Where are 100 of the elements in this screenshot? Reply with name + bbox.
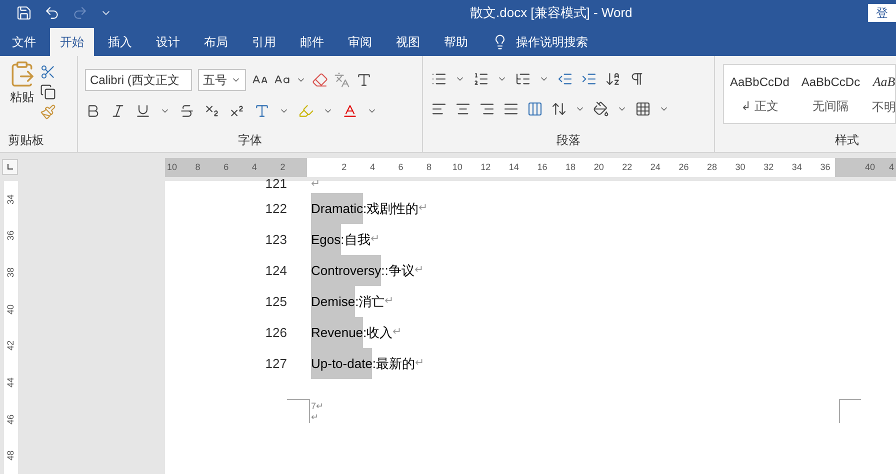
ribbon-tab[interactable]: 插入: [98, 28, 142, 56]
save-icon[interactable]: [16, 4, 32, 20]
ruler-number: 26: [678, 160, 690, 174]
ribbon-tab[interactable]: 视图: [386, 28, 430, 56]
align-left-icon[interactable]: [431, 101, 447, 117]
margin-corner-mark: [839, 399, 861, 423]
ruler-number: 8: [194, 160, 202, 174]
shading-icon[interactable]: [593, 101, 609, 117]
ribbon-tab[interactable]: 审阅: [338, 28, 382, 56]
ruler-number: 44: [6, 377, 16, 388]
paragraph-mark: ↵: [311, 176, 320, 192]
ruler-number: 42: [6, 340, 16, 351]
paragraph-text: :消亡: [355, 292, 385, 311]
text-effect-icon[interactable]: [254, 103, 270, 119]
paragraph-text: ::争议: [381, 262, 414, 280]
ruler-number: 4: [888, 160, 894, 174]
borders-icon[interactable]: [635, 101, 651, 117]
tell-me-search[interactable]: 操作说明搜索: [516, 33, 588, 51]
ruler-number: 40: [6, 304, 16, 314]
ruler-number: 10: [166, 160, 178, 174]
multilevel-list-icon[interactable]: [515, 71, 531, 87]
style-name: ↲ 正文: [741, 98, 778, 115]
line-number: 122: [264, 200, 287, 218]
page-number-text: 7↵: [311, 401, 324, 412]
margin-corner-mark: [287, 399, 310, 423]
ruler-number: 22: [621, 160, 634, 174]
ribbon-tab[interactable]: 开始: [50, 28, 94, 56]
style-item[interactable]: AaB 不明: [866, 65, 896, 123]
tab-selector[interactable]: [2, 159, 18, 175]
paste-button[interactable]: 粘贴: [8, 60, 36, 131]
phonetic-icon[interactable]: [334, 72, 350, 88]
highlighted-term: Dramatic: [311, 193, 364, 224]
group-label: 字体: [238, 132, 262, 149]
style-item[interactable]: AaBbCcDc 无间隔: [795, 65, 866, 123]
ribbon-tab[interactable]: 设计: [146, 28, 190, 56]
ruler-number: 36: [819, 160, 832, 174]
line-number: 125: [264, 292, 287, 311]
ruler-number: 30: [734, 160, 746, 174]
ribbon-tab[interactable]: 邮件: [290, 28, 334, 56]
ruler-number: 20: [592, 160, 605, 174]
ruler-number: 12: [480, 160, 492, 174]
copy-icon[interactable]: [40, 84, 56, 100]
undo-icon[interactable]: [44, 4, 60, 20]
paragraph-text: :自我: [340, 230, 370, 249]
ruler-number: 28: [706, 160, 718, 174]
line-number: 126: [264, 324, 287, 342]
align-right-icon[interactable]: [479, 101, 495, 117]
ribbon-tab[interactable]: 文件: [2, 28, 46, 56]
ruler-number: 34: [6, 194, 16, 204]
ruler-number: 10: [451, 160, 464, 174]
scissors-icon[interactable]: [40, 64, 56, 80]
ruler-number: 6: [222, 160, 230, 174]
ruler-number: 4: [368, 160, 376, 174]
font-color-icon[interactable]: [342, 103, 358, 119]
style-item[interactable]: AaBbCcDd ↲ 正文: [724, 65, 796, 123]
align-center-icon[interactable]: [455, 101, 471, 117]
group-label: 段落: [556, 132, 580, 149]
ruler-number: 36: [6, 230, 16, 241]
italic-icon[interactable]: [110, 103, 126, 119]
vertical-ruler[interactable]: 34 36 38 40 42 44 46 48: [4, 181, 18, 474]
superscript-icon[interactable]: [229, 103, 245, 119]
ruler-number: 40: [864, 160, 875, 174]
ruler-number: 2: [340, 160, 348, 174]
ruler-number: 4: [250, 160, 258, 174]
line-number: 121: [264, 175, 287, 194]
ribbon-tab[interactable]: 帮助: [434, 28, 478, 56]
group-label: 样式: [835, 132, 860, 149]
sign-in-button[interactable]: 登: [868, 4, 896, 22]
line-spacing-icon[interactable]: [551, 101, 567, 117]
border-letter-icon[interactable]: [356, 72, 372, 88]
strikethrough-icon[interactable]: [179, 103, 195, 119]
line-number: 123: [264, 230, 287, 249]
subscript-icon[interactable]: [204, 103, 220, 119]
ruler-number: 16: [536, 160, 548, 174]
ruler-number: 48: [6, 450, 16, 461]
decrease-indent-icon[interactable]: [557, 71, 573, 87]
line-number: 124: [264, 262, 287, 280]
sort-icon[interactable]: [605, 71, 621, 87]
highlighted-term: Egos: [311, 224, 341, 255]
ruler-number: 6: [397, 160, 404, 174]
justify-icon[interactable]: [503, 101, 519, 117]
paragraph-text: :最新的: [372, 354, 416, 373]
ruler-number: 24: [649, 160, 662, 174]
increase-indent-icon[interactable]: [581, 71, 597, 87]
distribute-icon[interactable]: [527, 101, 543, 117]
paragraph-mark: ↵: [392, 325, 402, 340]
paragraph-mark: ↵: [415, 356, 424, 372]
eraser-icon[interactable]: [312, 72, 328, 88]
ribbon-tab[interactable]: 引用: [242, 28, 286, 56]
horizontal-ruler[interactable]: 10 8 6 4 2 2 4 6 8 10 12 14 16 18 20 22 24 26 28 30 32 34 36 40 4: [165, 158, 896, 176]
paragraph-text: :戏剧性的: [363, 200, 419, 218]
font-size-field[interactable]: 五号: [198, 69, 246, 91]
pilcrow-icon[interactable]: [629, 71, 645, 87]
ribbon-tab[interactable]: 布局: [194, 28, 238, 56]
ruler-number: 2: [279, 160, 286, 174]
underline-icon[interactable]: [135, 103, 151, 119]
paragraph-text: :收入: [363, 324, 393, 342]
style-name: 不明: [872, 98, 896, 116]
font-name-field[interactable]: Calibri (西文正文: [85, 69, 192, 91]
numbered-list-icon[interactable]: [473, 71, 489, 87]
